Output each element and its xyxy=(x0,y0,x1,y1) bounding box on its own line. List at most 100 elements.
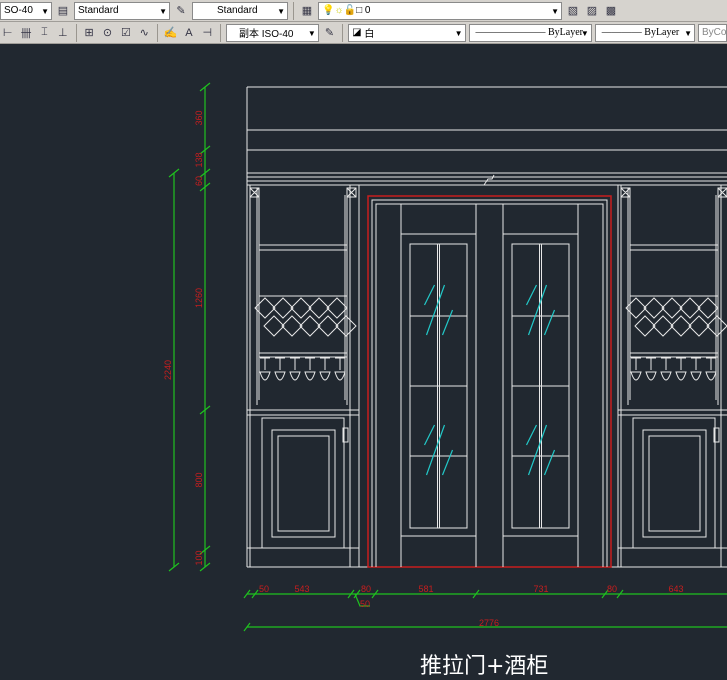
lineweight-select[interactable]: ———— ByLayer ▼ xyxy=(594,23,695,42)
lattice-cell xyxy=(317,315,339,337)
color-select[interactable]: ◪ 白 ▼ xyxy=(348,23,466,42)
lattice-cell xyxy=(335,315,357,337)
color-value: 白 xyxy=(364,29,375,40)
dim-text: 543 xyxy=(294,584,309,594)
sun-icon: ☼ xyxy=(334,5,344,16)
drawing-canvas[interactable]: 360 138 60 1260 800 100 2240 50 543 80 5… xyxy=(0,45,727,676)
cabinet-stiles xyxy=(617,185,722,567)
divider xyxy=(156,23,158,42)
dim-text: 60 xyxy=(194,176,204,186)
wine-glass-icon xyxy=(289,357,301,381)
chevron-down-icon: ▼ xyxy=(159,6,167,16)
wine-glass-icon xyxy=(705,357,717,381)
divider xyxy=(220,23,221,42)
dim-text: 138 xyxy=(194,152,204,167)
textstyle-icon[interactable]: ▤ xyxy=(55,3,71,19)
dim-text: 80 xyxy=(607,584,617,594)
chevron-down-icon: ▼ xyxy=(41,6,49,16)
dim-jogged-icon[interactable]: ∿ xyxy=(137,25,152,41)
lattice-cell xyxy=(706,315,727,337)
layer-states-icon[interactable]: ▩ xyxy=(603,3,619,19)
lineweight-value: ByLayer xyxy=(644,27,680,38)
dim-style-value: 副本 ISO-40 xyxy=(238,29,294,40)
dim-linear-icon[interactable]: ⊢ xyxy=(0,25,15,41)
lattice-cell xyxy=(643,297,665,319)
door-frame-lines xyxy=(371,199,608,567)
dim-text: 1260 xyxy=(194,288,204,308)
tablestyle-value: Standard xyxy=(217,5,258,16)
lower-door xyxy=(261,417,345,549)
bulb-icon: 💡 xyxy=(322,5,335,16)
drawing-title: 推拉门+酒柜 xyxy=(420,654,549,679)
door-frame-red xyxy=(367,195,612,568)
lower-door xyxy=(632,417,716,549)
cabinet-shelves xyxy=(247,244,359,416)
dim-inspect-icon[interactable]: ☑ xyxy=(118,25,133,41)
linetype-value: ByLayer xyxy=(548,27,583,38)
glass-reflection xyxy=(525,424,556,476)
wine-cabinet xyxy=(617,185,727,567)
chevron-down-icon: ▼ xyxy=(277,6,285,16)
dim-edit-icon[interactable]: ✍ xyxy=(163,25,178,41)
linetype-select[interactable]: ——————— ByLayer ▼ xyxy=(468,23,592,42)
lattice-cell xyxy=(290,297,312,319)
sliding-door-panel xyxy=(502,233,579,537)
dimension-texts: 360 138 60 1260 800 100 2240 50 543 80 5… xyxy=(163,110,684,628)
wine-glass-icon xyxy=(630,357,642,381)
layer-value: 0 xyxy=(364,5,371,16)
dim-text: 80 xyxy=(361,584,371,594)
layer-previous-icon[interactable]: ▨ xyxy=(584,3,600,19)
lattice-cell xyxy=(281,315,303,337)
textstyle-select[interactable]: Standard ▼ xyxy=(74,1,170,20)
lattice-cell xyxy=(263,315,285,337)
lattice-cell xyxy=(670,315,692,337)
dim-continue-icon[interactable]: ⌶ xyxy=(37,25,52,41)
wine-glass-icon xyxy=(274,357,286,381)
tablestyle-select[interactable]: Standard ▼ xyxy=(192,1,288,20)
dimstyle-value: SO-40 xyxy=(4,5,33,16)
cabinet-stiles xyxy=(246,185,360,567)
glass-mullions xyxy=(512,244,569,528)
color-swatch-icon: ◪ xyxy=(352,27,362,38)
glass-reflection xyxy=(423,424,454,476)
dim-text: 800 xyxy=(194,472,204,487)
dim-style-manager-icon[interactable]: ✎ xyxy=(322,25,337,41)
lattice-cell xyxy=(299,315,321,337)
dim-style-select[interactable]: 副本 ISO-40 ▼ xyxy=(225,23,319,42)
dim-text-edit-icon[interactable]: A xyxy=(181,25,196,41)
dim-text-overall-width: 2776 xyxy=(479,618,499,628)
dim-ordinate-icon[interactable]: ⊥ xyxy=(55,25,70,41)
layer-properties-icon[interactable]: ▦ xyxy=(299,3,315,19)
plotstyle-select[interactable]: ByCo xyxy=(698,23,727,42)
make-current-layer-icon[interactable]: ▧ xyxy=(565,3,581,19)
dim-ticks xyxy=(168,82,624,632)
dimstyle-select[interactable]: SO-40 ▼ xyxy=(0,1,52,20)
glass-mullions xyxy=(410,244,467,528)
dim-update-icon[interactable]: ⊣ xyxy=(200,25,215,41)
lattice-cell xyxy=(326,297,348,319)
dim-text: 731 xyxy=(533,584,548,594)
dim-baseline-icon[interactable]: 卌 xyxy=(18,25,33,41)
glass-reflection xyxy=(525,284,556,336)
layer-select[interactable]: 💡 ☼ 🔓 □ 0 ▼ xyxy=(318,1,562,20)
wine-glass-icon xyxy=(334,357,346,381)
sliding-door-panel xyxy=(400,233,477,537)
tolerance-icon[interactable]: ⊞ xyxy=(81,25,96,41)
line-preview: ——————— xyxy=(475,27,548,38)
chevron-down-icon: ▼ xyxy=(307,28,316,38)
wine-glass-icon xyxy=(304,357,316,381)
corner-ornament xyxy=(249,187,357,198)
lattice-cell xyxy=(634,315,656,337)
tablestyle-icon[interactable]: ✎ xyxy=(173,3,189,19)
lattice-cell xyxy=(688,315,710,337)
dim-text-overall-height: 2240 xyxy=(163,360,173,380)
corner-ornament xyxy=(620,187,727,198)
wine-glass-icon xyxy=(675,357,687,381)
dim-text: 581 xyxy=(418,584,433,594)
glass-reflection xyxy=(423,284,454,336)
wine-glass-icon xyxy=(259,357,271,381)
wine-cabinet xyxy=(246,185,360,567)
center-mark-icon[interactable]: ⊙ xyxy=(100,25,115,41)
line-preview: ———— xyxy=(601,27,645,38)
divider xyxy=(293,1,294,20)
